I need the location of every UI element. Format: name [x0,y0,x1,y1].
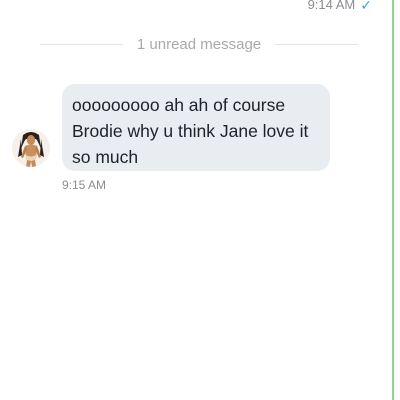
message-bubble[interactable]: ooooooooo ah ah of course Brodie why u t… [62,84,330,171]
contact-avatar[interactable] [12,129,50,167]
unread-label: 1 unread message [136,35,262,53]
chat-thread[interactable]: 9:14 AM ✓ 1 unread message ooooooooo ah … [0,0,392,400]
message-text: ooooooooo ah ah of course Brodie why u t… [72,95,309,167]
divider-line-right [275,43,358,45]
previous-message-time: 9:14 AM [307,0,356,12]
previous-message-meta: 9:14 AM ✓ [308,0,372,12]
message-time: 9:15 AM [62,178,107,192]
divider-line-left [40,43,123,45]
unread-divider: 1 unread message [40,34,358,54]
right-edge-border [392,0,394,400]
check-icon: ✓ [360,0,372,13]
avatar-image-icon [12,129,50,167]
